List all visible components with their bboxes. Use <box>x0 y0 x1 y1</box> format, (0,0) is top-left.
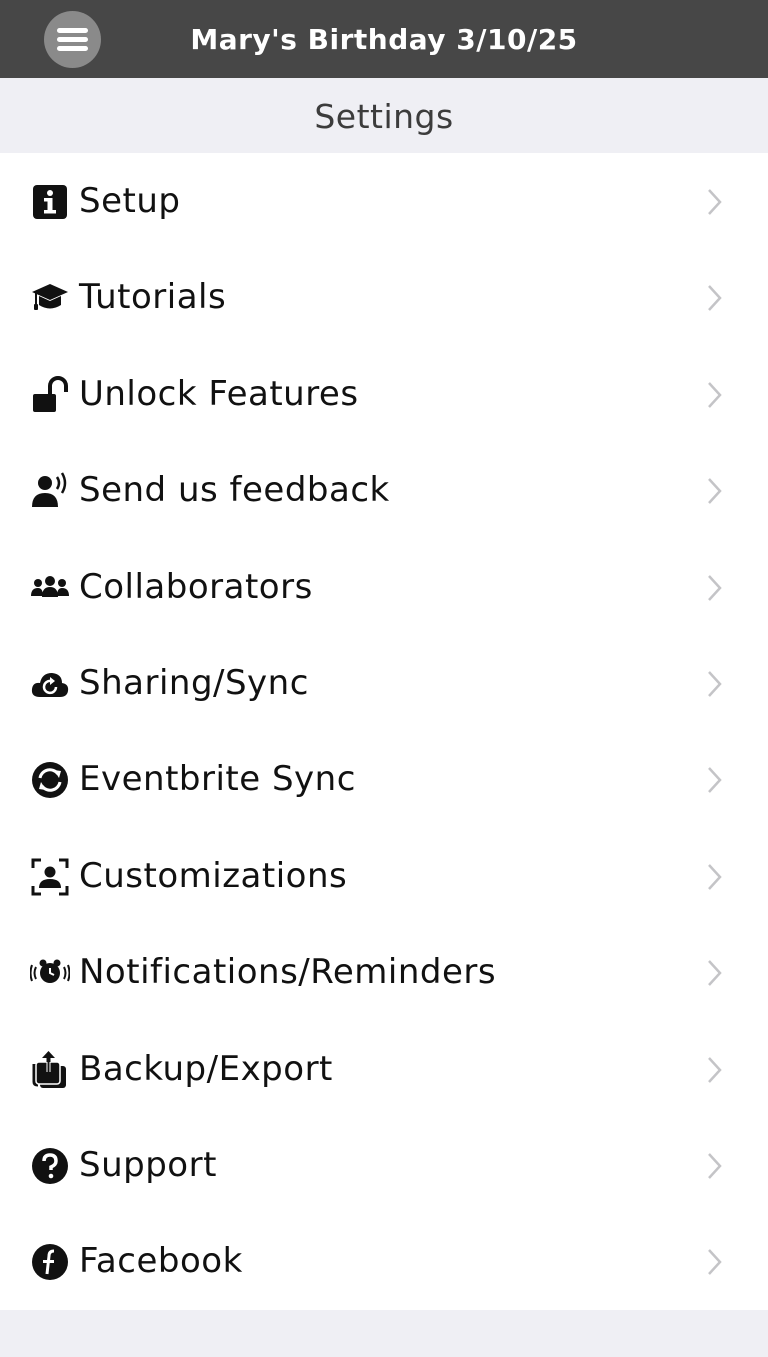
export-icon <box>30 1050 70 1090</box>
settings-item-label: Setup <box>79 181 181 221</box>
alarm-ringing-icon <box>30 953 70 993</box>
settings-item-unlock-features[interactable]: Unlock Features <box>0 346 768 442</box>
user-speaking-icon <box>30 471 70 511</box>
settings-item-backup-export[interactable]: Backup/Export <box>0 1021 768 1117</box>
settings-item-send-feedback[interactable]: Send us feedback <box>0 442 768 538</box>
chevron-right-icon <box>708 574 722 601</box>
chevron-right-icon <box>708 960 722 986</box>
settings-item-label: Facebook <box>79 1241 243 1282</box>
chevron-right-icon <box>708 285 722 312</box>
settings-item-sharing-sync[interactable]: Sharing/Sync <box>0 635 768 731</box>
settings-item-label: Notifications/Reminders <box>79 952 497 993</box>
chevron-right-icon <box>708 189 722 215</box>
settings-item-collaborators[interactable]: Collaborators <box>0 539 768 635</box>
user-frame-icon <box>30 857 70 897</box>
app-title: Mary's Birthday 3/10/25 <box>190 23 578 56</box>
chevron-right-icon <box>708 1249 722 1276</box>
hamburger-menu-icon <box>57 28 88 51</box>
chevron-right-icon <box>708 1056 722 1083</box>
chevron-right-icon <box>708 671 722 697</box>
settings-item-support[interactable]: Support <box>0 1117 768 1213</box>
unlock-icon <box>30 375 70 415</box>
settings-item-label: Sharing/Sync <box>79 662 309 703</box>
chevron-right-icon <box>708 381 722 408</box>
settings-item-notifications-reminders[interactable]: Notifications/Reminders <box>0 924 768 1020</box>
question-circle-icon <box>30 1146 70 1186</box>
settings-item-label: Unlock Features <box>79 373 359 414</box>
chevron-right-icon <box>708 767 722 794</box>
menu-button[interactable] <box>44 11 101 68</box>
cloud-sync-icon <box>30 664 70 704</box>
settings-header: Settings <box>0 78 768 153</box>
settings-list: Setup Tutorials Unlock Features Send us … <box>0 153 768 1310</box>
settings-item-customizations[interactable]: Customizations <box>0 828 768 924</box>
top-bar: Mary's Birthday 3/10/25 <box>0 0 768 78</box>
facebook-icon <box>30 1242 70 1282</box>
settings-item-label: Tutorials <box>79 277 227 318</box>
settings-item-eventbrite-sync[interactable]: Eventbrite Sync <box>0 731 768 827</box>
settings-item-label: Backup/Export <box>79 1048 333 1089</box>
settings-item-label: Send us feedback <box>79 470 390 511</box>
chevron-right-icon <box>708 1153 722 1179</box>
chevron-right-icon <box>708 863 722 890</box>
settings-item-facebook[interactable]: Facebook <box>0 1213 768 1309</box>
settings-item-setup[interactable]: Setup <box>0 153 768 249</box>
info-square-icon <box>30 182 70 222</box>
settings-item-label: Customizations <box>79 855 348 896</box>
settings-item-tutorials[interactable]: Tutorials <box>0 249 768 345</box>
settings-item-label: Collaborators <box>79 566 313 607</box>
chevron-right-icon <box>708 478 722 505</box>
graduation-cap-icon <box>30 278 70 318</box>
users-icon <box>30 568 70 608</box>
sync-circle-icon <box>30 760 70 800</box>
settings-item-label: Eventbrite Sync <box>79 759 356 800</box>
settings-item-label: Support <box>79 1144 217 1185</box>
